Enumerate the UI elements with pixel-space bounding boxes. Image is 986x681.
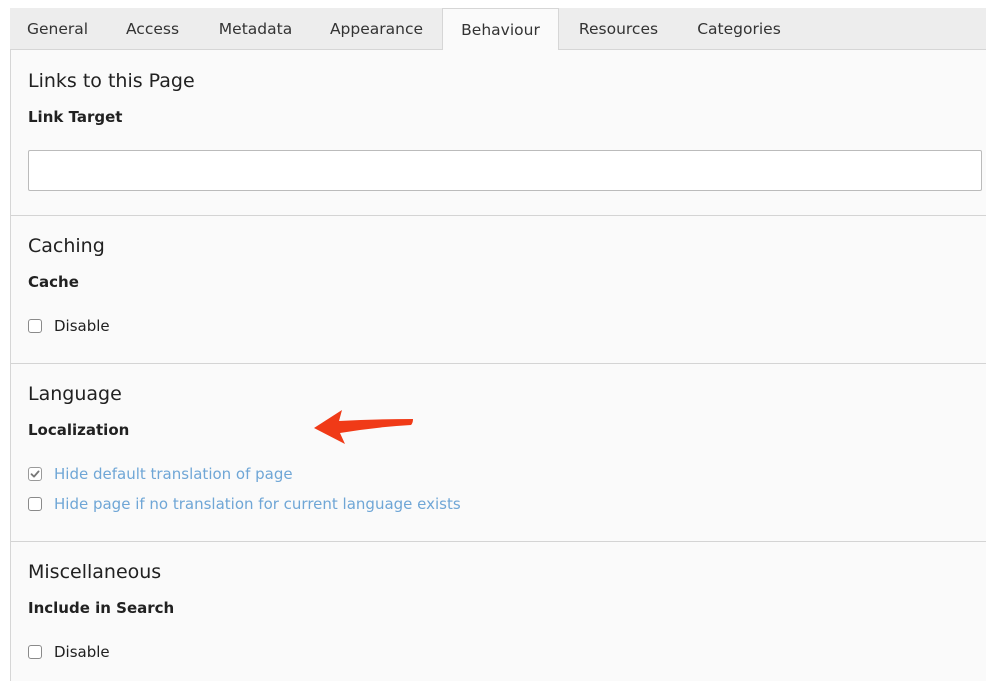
link-target-input[interactable] (28, 150, 982, 191)
hide-page-no-translation-label[interactable]: Hide page if no translation for current … (54, 495, 461, 513)
tab-appearance[interactable]: Appearance (311, 8, 442, 50)
cache-disable-option[interactable]: Disable (28, 316, 110, 336)
search-disable-label[interactable]: Disable (54, 643, 110, 661)
cache-disable-label[interactable]: Disable (54, 317, 110, 335)
section-title-language: Language (28, 383, 122, 405)
hide-page-no-translation-option[interactable]: Hide page if no translation for current … (28, 494, 461, 514)
behaviour-panel: Links to this Page Link Target Caching C… (10, 50, 986, 681)
hide-default-translation-option[interactable]: Hide default translation of page (28, 464, 293, 484)
search-disable-checkbox[interactable] (28, 645, 42, 659)
tab-general[interactable]: General (10, 8, 105, 50)
hide-page-no-translation-checkbox[interactable] (28, 497, 42, 511)
search-disable-option[interactable]: Disable (28, 642, 110, 662)
section-title-links: Links to this Page (28, 70, 195, 92)
hide-default-translation-label[interactable]: Hide default translation of page (54, 465, 293, 483)
section-divider (11, 215, 986, 216)
tab-categories[interactable]: Categories (678, 8, 800, 50)
tab-access[interactable]: Access (105, 8, 200, 50)
tab-bar: General Access Metadata Appearance Behav… (10, 8, 986, 51)
field-label-include-in-search: Include in Search (28, 599, 175, 617)
checkmark-icon (30, 470, 40, 478)
section-title-caching: Caching (28, 235, 105, 257)
section-divider (11, 363, 986, 364)
section-title-miscellaneous: Miscellaneous (28, 561, 162, 583)
page-properties-editor: General Access Metadata Appearance Behav… (10, 8, 986, 681)
tab-behaviour[interactable]: Behaviour (442, 8, 559, 51)
tab-metadata[interactable]: Metadata (200, 8, 311, 50)
tab-resources[interactable]: Resources (559, 8, 678, 50)
cache-disable-checkbox[interactable] (28, 319, 42, 333)
field-label-localization: Localization (28, 421, 130, 439)
field-label-cache: Cache (28, 273, 79, 291)
field-label-link-target: Link Target (28, 108, 123, 126)
section-divider (11, 541, 986, 542)
hide-default-translation-checkbox[interactable] (28, 467, 42, 481)
red-arrow-icon (314, 410, 413, 444)
